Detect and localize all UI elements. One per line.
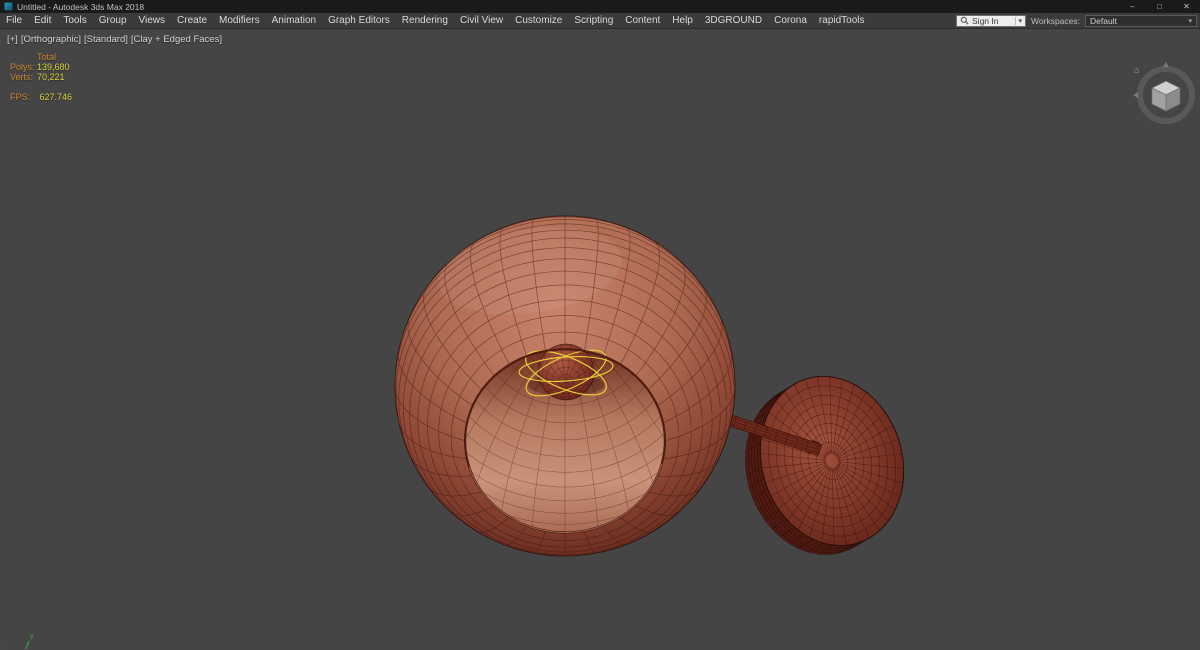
viewport-canvas[interactable]: ⌂xyz bbox=[0, 29, 1200, 649]
close-button[interactable]: ✕ bbox=[1173, 0, 1200, 13]
menu-item-tools[interactable]: Tools bbox=[57, 13, 92, 29]
sign-in-label: Sign In bbox=[972, 15, 999, 26]
stat-row-fps: FPS: 627.746 bbox=[10, 92, 72, 102]
menu-item-edit[interactable]: Edit bbox=[28, 13, 57, 29]
menu-item-3dground[interactable]: 3DGROUND bbox=[699, 13, 768, 29]
chevron-down-icon: ▾ bbox=[1188, 17, 1192, 25]
knob-object[interactable] bbox=[537, 343, 595, 401]
svg-text:z: z bbox=[3, 646, 7, 649]
minimize-button[interactable]: – bbox=[1119, 0, 1146, 13]
menu-item-modifiers[interactable]: Modifiers bbox=[213, 13, 266, 29]
chevron-down-icon: ▾ bbox=[1014, 16, 1022, 25]
window-controls: – □ ✕ bbox=[1119, 0, 1200, 13]
fps-label: FPS: bbox=[10, 92, 31, 102]
home-icon[interactable]: ⌂ bbox=[1134, 65, 1139, 75]
menu-item-corona[interactable]: Corona bbox=[768, 13, 813, 29]
sign-in-control[interactable]: Sign In ▾ bbox=[956, 14, 1027, 27]
search-icon bbox=[960, 16, 969, 25]
menu-item-rendering[interactable]: Rendering bbox=[396, 13, 454, 29]
workspace-value: Default bbox=[1090, 15, 1117, 26]
app-icon bbox=[4, 2, 13, 11]
workspace-selector[interactable]: Default ▾ bbox=[1085, 14, 1197, 27]
stats-total-label: Total bbox=[37, 52, 57, 62]
window-title: Untitled - Autodesk 3ds Max 2018 bbox=[17, 1, 145, 12]
menu-item-graph-editors[interactable]: Graph Editors bbox=[322, 13, 396, 29]
sphere-object[interactable] bbox=[394, 215, 736, 557]
viewport-label: [+] [Orthographic] [Standard] [Clay + Edged… bbox=[7, 34, 222, 45]
viewport-label-segment-0[interactable]: [+] bbox=[7, 34, 18, 45]
menu-item-file[interactable]: File bbox=[0, 13, 28, 29]
menu-item-create[interactable]: Create bbox=[171, 13, 213, 29]
viewport-label-segment-3[interactable]: [Clay + Edged Faces] bbox=[131, 34, 222, 45]
menu-item-rapidtools[interactable]: rapidTools bbox=[813, 13, 871, 29]
viewport-label-segment-1[interactable]: [Orthographic] bbox=[21, 34, 81, 45]
menu-item-animation[interactable]: Animation bbox=[266, 13, 322, 29]
stats-rows: Polys: 139,680 Verts: 70,221 bbox=[10, 62, 72, 82]
viewport-label-segment-2[interactable]: [Standard] bbox=[84, 34, 128, 45]
menu-item-scripting[interactable]: Scripting bbox=[568, 13, 619, 29]
stats-overlay: Total Polys: 139,680 Verts: 70,221 FPS: 627… bbox=[10, 52, 72, 102]
menu-bar-items: File Edit Tools Group Views Create Modifiers An… bbox=[0, 13, 871, 29]
stat-row: Polys: 139,680 bbox=[10, 62, 70, 72]
svg-text:y: y bbox=[30, 633, 34, 640]
menu-bar: File Edit Tools Group Views Create Modifiers An… bbox=[0, 13, 1200, 29]
menu-item-customize[interactable]: Customize bbox=[509, 13, 568, 29]
title-bar: Untitled - Autodesk 3ds Max 2018 – □ ✕ bbox=[0, 0, 1200, 13]
maximize-button[interactable]: □ bbox=[1146, 0, 1173, 13]
menu-item-help[interactable]: Help bbox=[666, 13, 699, 29]
viewport[interactable]: ⌂xyz [+][Orthographic][Standard][Clay + … bbox=[0, 29, 1200, 649]
menu-item-content[interactable]: Content bbox=[619, 13, 666, 29]
workspaces-label: Workspaces: bbox=[1031, 15, 1080, 26]
fps-value: 627.746 bbox=[39, 92, 73, 102]
stat-row: Verts: 70,221 bbox=[10, 72, 65, 82]
menu-item-views[interactable]: Views bbox=[133, 13, 172, 29]
menu-item-group[interactable]: Group bbox=[93, 13, 133, 29]
menu-bar-right: Sign In ▾ Workspaces: Default ▾ bbox=[956, 14, 1200, 27]
menu-item-civil-view[interactable]: Civil View bbox=[454, 13, 509, 29]
